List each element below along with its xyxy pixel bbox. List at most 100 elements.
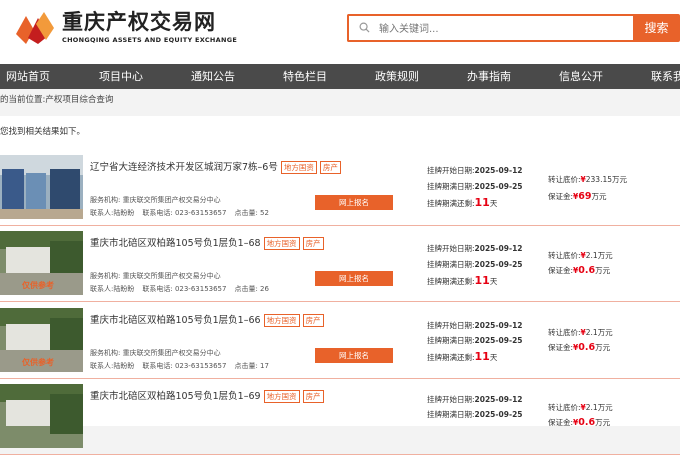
search-button[interactable]: 搜索 [633, 14, 680, 42]
deposit-label: 保证金: [548, 343, 574, 352]
item-title[interactable]: 辽宁省大连经济技术开发区城润万家7栋–6号 地方国资 房产 [90, 159, 341, 174]
item-contact-line: 联系人:陆盼盼 联系电话: 023-63153657 点击量: 52 [90, 208, 277, 218]
item-title[interactable]: 重庆市北碚区双柏路105号负1层负1–69 地方国资 房产 [90, 388, 324, 403]
site-header: 重庆产权交易网 CHONGQING ASSETS AND EQUITY EXCH… [0, 0, 680, 64]
deposit: 保证金:¥69万元 [548, 191, 606, 202]
item-photo[interactable]: 仅供参考 [0, 231, 83, 295]
start-date-label: 挂牌开始日期: [427, 244, 475, 253]
result-note: 您找到相关结果如下。 [0, 127, 86, 137]
brand-name-en: CHONGQING ASSETS AND EQUITY EXCHANGE [62, 36, 238, 44]
list-start-date: 挂牌开始日期:2025-09-12 [427, 165, 523, 176]
tag-state-assets: 地方国资 [263, 314, 300, 327]
breadcrumb: 的当前位置:产权项目综合查询 [0, 95, 114, 105]
remain-label: 挂牌期满还剩: [427, 277, 475, 286]
price-value: 2.1 [585, 403, 598, 412]
deposit: 保证金:¥0.6万元 [548, 265, 610, 276]
price-unit: 万元 [597, 328, 613, 337]
kiosk-photo-icon [0, 155, 83, 219]
remain-label: 挂牌期满还剩: [427, 199, 475, 208]
end-date-value: 2025-09-25 [474, 336, 523, 345]
apply-online-button[interactable]: 网上报名 [315, 348, 393, 363]
item-photo[interactable] [0, 155, 83, 219]
list-start-date: 挂牌开始日期:2025-09-12 [427, 243, 523, 254]
deposit-value: 69 [578, 191, 592, 202]
nav-projects[interactable]: 项目中心 [99, 64, 143, 89]
item-clicks: 点击量: 52 [234, 209, 269, 217]
price-value: 2.1 [585, 251, 598, 260]
item-agency: 服务机构: 重庆联交所集团产权交易分中心 [90, 272, 221, 280]
list-start-date: 挂牌开始日期:2025-09-12 [427, 394, 523, 405]
tag-state-assets: 地方国资 [280, 161, 317, 174]
item-clicks: 点击量: 17 [234, 362, 269, 370]
tag-property: 房产 [302, 314, 324, 327]
deposit-label: 保证金: [548, 266, 574, 275]
end-date-label: 挂牌期满日期: [427, 410, 475, 419]
nav-guide[interactable]: 办事指南 [467, 64, 511, 89]
start-date-label: 挂牌开始日期: [427, 395, 475, 404]
end-date-label: 挂牌期满日期: [427, 260, 475, 269]
apply-online-button[interactable]: 网上报名 [315, 195, 393, 210]
list-start-date: 挂牌开始日期:2025-09-12 [427, 320, 523, 331]
remain-label: 挂牌期满还剩: [427, 353, 475, 362]
item-photo[interactable] [0, 384, 83, 448]
parking-photo-icon [0, 384, 83, 448]
deposit: 保证金:¥0.6万元 [548, 342, 610, 353]
item-phone: 联系电话: 023-63153657 [142, 285, 227, 293]
item-title[interactable]: 重庆市北碚区双柏路105号负1层负1–66 地方国资 房产 [90, 312, 324, 327]
item-title-text[interactable]: 辽宁省大连经济技术开发区城润万家7栋–6号 [90, 162, 278, 173]
remain-unit: 天 [489, 277, 498, 286]
remain-days: 11 [474, 274, 490, 287]
price-label: 转让底价: [548, 403, 581, 412]
start-date-value: 2025-09-12 [474, 395, 523, 404]
tag-state-assets: 地方国资 [263, 390, 300, 403]
deposit-value: 0.6 [578, 342, 596, 353]
deposit-value: 0.6 [578, 265, 596, 276]
price-value: 233.15 [585, 175, 612, 184]
days-remaining: 挂牌期满还剩:11天 [427, 274, 497, 287]
list-item[interactable]: 仅供参考 重庆市北碚区双柏路105号负1层负1–68 地方国资 房产 服务机构: 重… [0, 231, 680, 302]
nav-contact[interactable]: 联系我 [651, 64, 680, 89]
start-date-value: 2025-09-12 [474, 321, 523, 330]
apply-online-button[interactable]: 网上报名 [315, 271, 393, 286]
item-agency: 服务机构: 重庆联交所集团产权交易分中心 [90, 196, 221, 204]
remain-days: 11 [474, 196, 490, 209]
price-unit: 万元 [612, 175, 627, 184]
price-value: 2.1 [585, 328, 598, 337]
end-date-label: 挂牌期满日期: [427, 336, 475, 345]
site-logo-icon[interactable] [14, 10, 56, 46]
nav-disclosure[interactable]: 信息公开 [559, 64, 603, 89]
item-title[interactable]: 重庆市北碚区双柏路105号负1层负1–68 地方国资 房产 [90, 235, 324, 250]
nav-policies[interactable]: 政策规则 [375, 64, 419, 89]
nav-home[interactable]: 网站首页 [6, 64, 50, 89]
nav-features[interactable]: 特色栏目 [283, 64, 327, 89]
end-date-value: 2025-09-25 [474, 410, 523, 419]
item-title-text[interactable]: 重庆市北碚区双柏路105号负1层负1–68 [90, 238, 261, 249]
start-date-label: 挂牌开始日期: [427, 321, 475, 330]
item-title-text[interactable]: 重庆市北碚区双柏路105号负1层负1–66 [90, 315, 261, 326]
tag-property: 房产 [302, 237, 324, 250]
end-date-value: 2025-09-25 [474, 182, 523, 191]
item-photo[interactable]: 仅供参考 [0, 308, 83, 372]
list-item[interactable]: 重庆市北碚区双柏路105号负1层负1–69 地方国资 房产 挂牌开始日期:2025-… [0, 384, 680, 455]
remain-unit: 天 [489, 199, 498, 208]
days-remaining: 挂牌期满还剩:11天 [427, 196, 497, 209]
days-remaining: 挂牌期满还剩:11天 [427, 350, 497, 363]
list-end-date: 挂牌期满日期:2025-09-25 [427, 409, 523, 420]
deposit-value: 0.6 [578, 417, 596, 428]
deposit: 保证金:¥0.6万元 [548, 417, 610, 428]
item-phone: 联系电话: 023-63153657 [142, 209, 227, 217]
item-agency: 服务机构: 重庆联交所集团产权交易分中心 [90, 349, 221, 357]
list-end-date: 挂牌期满日期:2025-09-25 [427, 259, 523, 270]
item-title-text[interactable]: 重庆市北碚区双柏路105号负1层负1–69 [90, 391, 261, 402]
start-date-value: 2025-09-12 [474, 166, 523, 175]
list-item[interactable]: 辽宁省大连经济技术开发区城润万家7栋–6号 地方国资 房产 服务机构: 重庆联交所集… [0, 155, 680, 226]
list-item[interactable]: 仅供参考 重庆市北碚区双柏路105号负1层负1–66 地方国资 房产 服务机构: 重… [0, 308, 680, 379]
deposit-unit: 万元 [595, 266, 611, 275]
price-unit: 万元 [597, 403, 613, 412]
search-input[interactable] [377, 18, 621, 40]
item-contact-line: 联系人:陆盼盼 联系电话: 023-63153657 点击量: 26 [90, 284, 277, 294]
search-box [347, 14, 633, 42]
tag-property: 房产 [302, 390, 324, 403]
nav-notices[interactable]: 通知公告 [191, 64, 235, 89]
item-contact: 联系人:陆盼盼 [90, 285, 135, 293]
